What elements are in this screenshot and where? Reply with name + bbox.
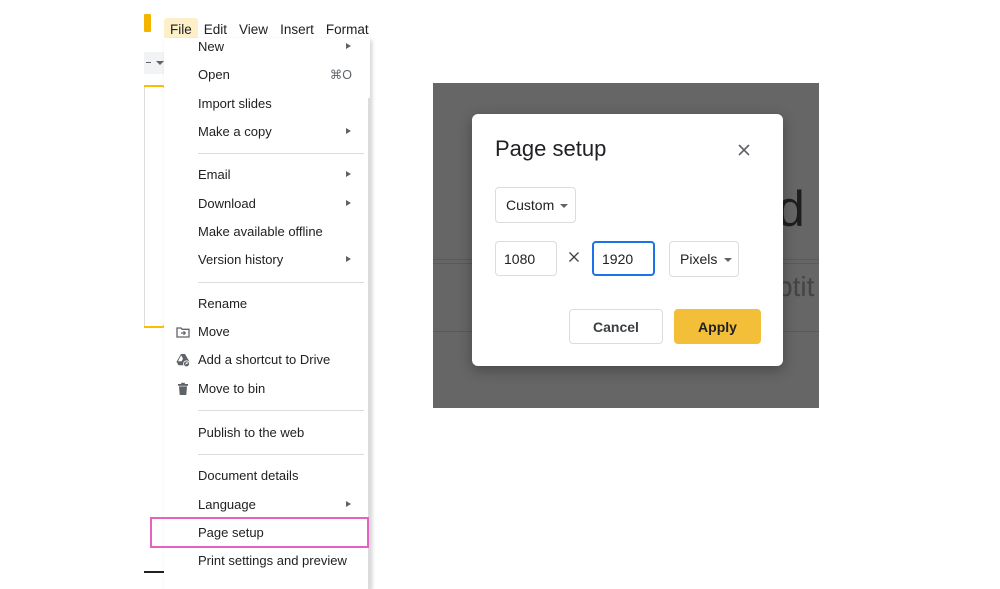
menu-item-document-details[interactable]: Document details — [164, 463, 370, 489]
menu-separator — [198, 282, 364, 283]
chevron-down-icon — [560, 204, 568, 208]
menu-item-label: Version history — [198, 252, 284, 267]
move-folder-icon — [176, 327, 190, 338]
divider — [144, 571, 164, 573]
menu-item-label: Make a copy — [198, 124, 272, 139]
submenu-arrow-icon — [346, 256, 351, 262]
chevron-down-icon — [156, 61, 164, 65]
page-setup-highlight-box — [150, 517, 369, 548]
menu-item-label: Email — [198, 167, 231, 182]
menu-item-print-settings-and-preview[interactable]: Print settings and preview — [164, 548, 370, 574]
toolbar-dropdown-button[interactable] — [144, 52, 166, 74]
preset-value: Custom — [506, 197, 555, 213]
menu-item-label: Import slides — [198, 96, 272, 111]
menu-separator — [198, 153, 364, 154]
menu-item-add-shortcut-to-drive[interactable]: Add a shortcut to Drive — [164, 347, 370, 373]
menu-item-open[interactable]: Open ⌘O — [164, 62, 370, 88]
submenu-arrow-icon — [346, 200, 351, 206]
slides-editor-crop: File Edit View Insert Format New Open ⌘O… — [0, 0, 400, 589]
menu-item-label: Add a shortcut to Drive — [198, 352, 331, 367]
file-menu-dropdown: New Open ⌘O Import slides Make a copy Em… — [164, 38, 370, 589]
units-value: Pixels — [680, 251, 718, 267]
drive-shortcut-icon — [176, 354, 190, 367]
width-input[interactable] — [495, 241, 557, 276]
menu-item-label: Rename — [198, 296, 248, 311]
page-setup-dialog-screenshot: d btit Page setup Custom Pixels Cancel A… — [433, 83, 819, 408]
menu-item-label: Document details — [198, 468, 299, 483]
menu-item-version-history[interactable]: Version history — [164, 247, 370, 273]
submenu-arrow-icon — [346, 171, 351, 177]
menu-item-label: Move — [198, 324, 230, 339]
multiply-icon — [569, 252, 579, 262]
submenu-arrow-icon — [346, 43, 351, 49]
menu-item-label: Print settings and preview — [198, 553, 347, 568]
menu-item-rename[interactable]: Rename — [164, 291, 370, 317]
close-icon[interactable] — [736, 142, 752, 158]
menu-item-move-to-bin[interactable]: Move to bin — [164, 376, 370, 402]
menu-separator — [198, 410, 364, 411]
cancel-button[interactable]: Cancel — [569, 309, 663, 344]
menu-item-make-available-offline[interactable]: Make available offline — [164, 219, 370, 245]
menu-item-label: Make available offline — [198, 224, 323, 239]
page-setup-dialog: Page setup Custom Pixels Cancel Apply — [472, 114, 783, 366]
height-input[interactable] — [592, 241, 655, 276]
menu-item-label: Open — [198, 67, 230, 82]
menu-item-publish-to-the-web[interactable]: Publish to the web — [164, 420, 370, 446]
chevron-down-icon — [724, 258, 732, 262]
menu-item-label: Move to bin — [198, 381, 266, 396]
menu-item-new[interactable]: New — [164, 38, 370, 60]
page-size-preset-dropdown[interactable]: Custom — [495, 187, 576, 223]
menu-item-label: Language — [198, 497, 256, 512]
menu-item-import-slides[interactable]: Import slides — [164, 91, 370, 117]
menu-item-email[interactable]: Email — [164, 162, 370, 188]
menu-item-download[interactable]: Download — [164, 191, 370, 217]
units-dropdown[interactable]: Pixels — [669, 241, 739, 277]
menu-item-label: Publish to the web — [198, 425, 305, 440]
slides-logo-icon — [144, 14, 151, 32]
shortcut-label: ⌘O — [329, 68, 352, 82]
submenu-arrow-icon — [346, 501, 351, 507]
menu-item-move[interactable]: Move — [164, 319, 370, 345]
trash-icon — [178, 382, 188, 395]
submenu-arrow-icon — [346, 128, 351, 134]
slide-thumbnail[interactable] — [144, 85, 166, 328]
menu-item-language[interactable]: Language — [164, 492, 370, 518]
menu-item-make-a-copy[interactable]: Make a copy — [164, 119, 370, 145]
dialog-title: Page setup — [495, 136, 607, 161]
dash-icon — [146, 62, 151, 63]
menu-item-label: New — [198, 39, 225, 54]
menu-item-label: Download — [198, 196, 256, 211]
apply-button[interactable]: Apply — [674, 309, 761, 344]
menu-separator — [198, 454, 364, 455]
